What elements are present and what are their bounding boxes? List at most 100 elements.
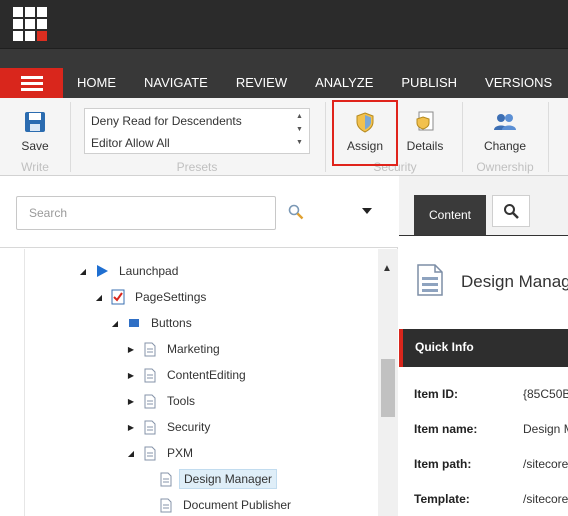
change-label: Change	[483, 139, 527, 153]
tab-review[interactable]: REVIEW	[222, 68, 301, 98]
tab-home[interactable]: HOME	[63, 68, 130, 98]
expand-arrow-icon[interactable]: ◢	[77, 267, 89, 276]
ribbon-divider	[325, 102, 326, 172]
app-logo[interactable]	[13, 7, 47, 41]
ribbon-divider	[548, 102, 549, 172]
tree-node-contentediting[interactable]: ▶ ContentEditing	[125, 364, 250, 386]
tab-content[interactable]: Content	[414, 195, 486, 235]
item-title: Design Manag	[461, 272, 568, 291]
tree-node-buttons[interactable]: ◢ Buttons	[109, 312, 196, 334]
search-icon[interactable]	[288, 204, 304, 220]
item-header: Design Manag	[399, 236, 568, 324]
tree-node-label: PXM	[167, 446, 194, 460]
search-icon	[504, 204, 519, 219]
tree-node-pagesettings[interactable]: ◢ PageSettings	[93, 286, 210, 308]
scroll-up-icon[interactable]: ▲	[382, 263, 392, 274]
details-button[interactable]: Details	[400, 104, 450, 156]
presets-scrollbar[interactable]: ▲ ▼ ▼	[291, 109, 309, 153]
document-icon	[159, 497, 173, 513]
tree-node-launchpad[interactable]: ◢ Launchpad	[77, 260, 182, 282]
tab-versions[interactable]: VERSIONS	[471, 68, 566, 98]
chevron-down-icon[interactable]	[362, 208, 372, 214]
scrollbar-thumb[interactable]	[381, 359, 395, 417]
tree-node-marketing[interactable]: ▶ Marketing	[125, 338, 224, 360]
save-label: Save	[21, 139, 49, 153]
checklist-icon	[111, 289, 125, 305]
quick-info-value[interactable]: Design M	[523, 422, 568, 436]
tree-node-label: Tools	[167, 394, 196, 408]
quick-info-row: Template: /sitecore	[399, 492, 568, 512]
ownership-group-label: Ownership	[476, 160, 534, 174]
quick-info-value[interactable]: {85C50B	[523, 387, 568, 401]
assign-highlight-box	[332, 100, 398, 166]
preset-option[interactable]: Editor Allow All	[91, 136, 170, 150]
document-icon	[159, 471, 173, 487]
tree-node-label: PageSettings	[135, 290, 207, 304]
collapse-arrow-icon[interactable]: ▶	[125, 423, 137, 432]
ribbon-tabs-bar: HOME NAVIGATE REVIEW ANALYZE PUBLISH VER…	[0, 48, 568, 98]
search-input[interactable]	[16, 196, 276, 230]
tree-node-pxm[interactable]: ◢ PXM	[125, 442, 197, 464]
details-label: Details	[406, 139, 444, 153]
quick-info-value[interactable]: /sitecore	[523, 457, 568, 471]
document-icon	[143, 419, 157, 435]
launchpad-icon	[95, 263, 109, 279]
change-ownership-button[interactable]: Change	[478, 104, 532, 156]
tree-node-security[interactable]: ▶ Security	[125, 416, 214, 438]
presets-list[interactable]: Deny Read for Descendents Editor Allow A…	[84, 108, 310, 154]
editor-tabs: Content	[399, 176, 568, 236]
quick-info-value[interactable]: /sitecore	[523, 492, 568, 506]
quick-info-key: Item ID:	[414, 387, 459, 401]
users-icon	[493, 110, 517, 134]
content-editor-panel: Content Design Manag Quick Info Item ID:…	[399, 176, 568, 516]
tree-scrollbar[interactable]: ▲	[378, 249, 398, 516]
tab-publish[interactable]: PUBLISH	[387, 68, 471, 98]
ribbon-divider	[462, 102, 463, 172]
preset-option[interactable]: Deny Read for Descendents	[91, 114, 242, 128]
quick-info-row: Item name: Design M	[399, 422, 568, 442]
tab-navigate[interactable]: NAVIGATE	[130, 68, 222, 98]
tree-node-design-manager[interactable]: Design Manager	[159, 468, 278, 490]
collapse-arrow-icon[interactable]: ▶	[125, 397, 137, 406]
tree-node-document-publisher[interactable]: Document Publisher	[159, 494, 295, 516]
top-bar	[0, 0, 568, 48]
tree-node-label: Marketing	[167, 342, 220, 356]
quick-info-key: Template:	[414, 492, 470, 506]
tree-search-bar	[0, 176, 398, 248]
tree-node-tools[interactable]: ▶ Tools	[125, 390, 199, 412]
write-group-label: Write	[21, 160, 49, 174]
save-icon	[23, 110, 47, 134]
quick-info-row: Item path: /sitecore	[399, 457, 568, 477]
document-icon	[143, 393, 157, 409]
save-button[interactable]: Save	[14, 104, 56, 156]
tree-node-label: Design Manager	[179, 469, 278, 489]
quick-info-key: Item path:	[414, 457, 472, 471]
tree-node-label: Document Publisher	[183, 498, 292, 512]
document-icon	[143, 445, 157, 461]
collapse-arrow-icon[interactable]: ▶	[125, 371, 137, 380]
tab-analyze[interactable]: ANALYZE	[301, 68, 387, 98]
tree-node-label: Buttons	[151, 316, 192, 330]
quick-info-title: Quick Info	[415, 340, 474, 354]
document-icon	[417, 264, 443, 299]
presets-group-label: Presets	[176, 160, 218, 174]
tree-node-label: ContentEditing	[167, 368, 246, 382]
button-icon	[127, 315, 141, 331]
document-icon	[143, 367, 157, 383]
collapse-arrow-icon[interactable]: ▶	[125, 345, 137, 354]
quick-info-row: Item ID: {85C50B	[399, 387, 568, 407]
ribbon-divider	[70, 102, 71, 172]
search-tab-button[interactable]	[492, 195, 530, 227]
expand-arrow-icon[interactable]: ◢	[125, 449, 137, 458]
ribbon-tabs: HOME NAVIGATE REVIEW ANALYZE PUBLISH VER…	[63, 68, 568, 98]
hamburger-menu-icon[interactable]	[0, 68, 63, 98]
shield-details-icon	[413, 110, 437, 134]
content-tree: ◢ Launchpad ◢ PageSettings ◢ Buttons ▶ M…	[24, 249, 402, 516]
expand-arrow-icon[interactable]: ◢	[93, 293, 105, 302]
document-icon	[143, 341, 157, 357]
tree-node-label: Launchpad	[119, 264, 179, 278]
tree-node-label: Security	[167, 420, 211, 434]
ribbon-toolbar: Save Write Deny Read for Descendents Edi…	[0, 98, 568, 176]
expand-arrow-icon[interactable]: ◢	[109, 319, 121, 328]
quick-info-header[interactable]: Quick Info	[399, 329, 568, 367]
